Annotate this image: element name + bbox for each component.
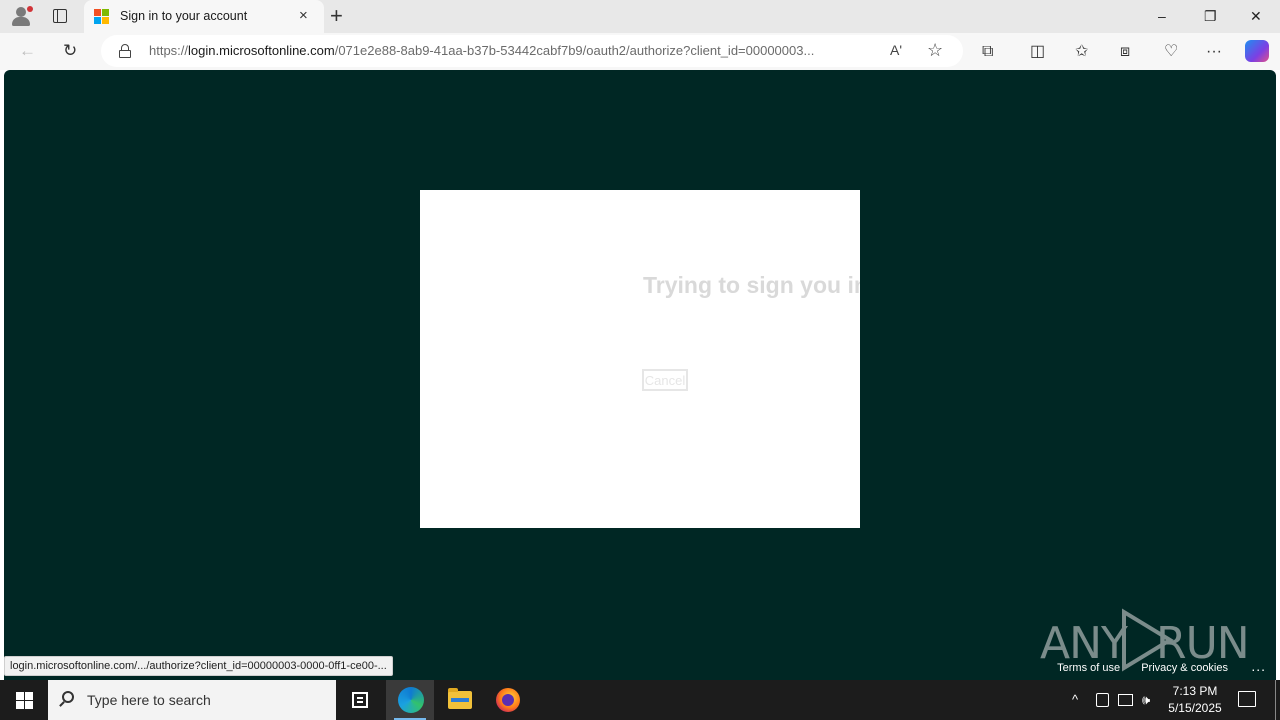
- search-placeholder: Type here to search: [87, 692, 211, 708]
- task-view-icon: [352, 692, 368, 708]
- device-icon[interactable]: [1096, 693, 1109, 707]
- volume-icon[interactable]: 🕪: [1142, 691, 1150, 709]
- favorites-icon[interactable]: ✩: [1075, 42, 1088, 62]
- page-content: Trying to sign you in Cancel ANY RUN Ter…: [4, 70, 1276, 680]
- status-bar-url: login.microsoftonline.com/.../authorize?…: [4, 656, 393, 676]
- footer-more-button[interactable]: ...: [1251, 658, 1266, 674]
- clock[interactable]: 7:13 PM 5/15/2025: [1160, 683, 1230, 717]
- address-bar[interactable]: https://login.microsoftonline.com/071e2e…: [101, 35, 963, 67]
- taskbar-search[interactable]: Type here to search: [48, 680, 336, 720]
- task-view-button[interactable]: [336, 680, 384, 720]
- edge-icon: [398, 687, 424, 713]
- taskbar-file-explorer[interactable]: [436, 680, 484, 720]
- folder-icon: [448, 688, 472, 709]
- restore-button[interactable]: ❐: [1204, 6, 1217, 26]
- new-tab-button[interactable]: +: [330, 4, 343, 28]
- title-bar: Sign in to your account × + – ❐ ✕: [0, 0, 1280, 33]
- more-icon[interactable]: ···: [1206, 42, 1222, 62]
- split-screen-icon[interactable]: ◫: [1030, 42, 1045, 62]
- sign-in-message: Trying to sign you in: [643, 272, 860, 298]
- search-icon: [62, 691, 74, 703]
- tab-title: Sign in to your account: [120, 9, 248, 23]
- collections-icon[interactable]: ⧈: [1120, 42, 1130, 62]
- tray-chevron-icon[interactable]: ^: [1072, 691, 1078, 709]
- show-desktop-button[interactable]: [1275, 680, 1276, 720]
- privacy-link[interactable]: Privacy & cookies: [1141, 662, 1228, 674]
- sign-in-card: Trying to sign you in Cancel: [420, 190, 860, 528]
- taskbar-edge[interactable]: [386, 680, 434, 720]
- close-window-button[interactable]: ✕: [1250, 6, 1262, 26]
- lock-icon[interactable]: [119, 44, 131, 58]
- profile-icon[interactable]: [8, 4, 34, 28]
- footer-links: Terms of use Privacy & cookies: [1039, 662, 1228, 674]
- tab-sign-in[interactable]: Sign in to your account ×: [84, 0, 324, 33]
- read-aloud-icon[interactable]: Aʹ: [890, 42, 902, 58]
- terms-link[interactable]: Terms of use: [1057, 662, 1120, 674]
- start-button[interactable]: [0, 680, 48, 720]
- url-text[interactable]: https://login.microsoftonline.com/071e2e…: [149, 43, 814, 58]
- browser-essentials-icon[interactable]: ♡: [1164, 42, 1178, 62]
- clock-time: 7:13 PM: [1172, 684, 1218, 698]
- clock-date: 5/15/2025: [1168, 701, 1222, 715]
- extensions-icon[interactable]: ⧉: [982, 42, 993, 62]
- microsoft-logo-icon: [94, 9, 109, 24]
- tab-close-icon[interactable]: ×: [299, 7, 308, 25]
- network-icon[interactable]: [1118, 694, 1133, 706]
- taskbar: Type here to search ^ 🕪 7:13 PM 5/15/202…: [0, 680, 1280, 720]
- notification-icon[interactable]: [1238, 691, 1256, 707]
- minimize-button[interactable]: –: [1158, 6, 1166, 26]
- firefox-icon: [496, 688, 520, 712]
- refresh-button[interactable]: ↻: [63, 40, 77, 62]
- taskbar-firefox[interactable]: [484, 680, 532, 720]
- tab-actions-icon[interactable]: [50, 7, 70, 25]
- cancel-button[interactable]: Cancel: [642, 369, 688, 391]
- back-button[interactable]: ←: [19, 40, 36, 62]
- add-favorite-icon[interactable]: ☆: [927, 40, 943, 61]
- copilot-icon[interactable]: [1245, 40, 1269, 62]
- browser-toolbar: ← ↻ https://login.microsoftonline.com/07…: [0, 33, 1280, 70]
